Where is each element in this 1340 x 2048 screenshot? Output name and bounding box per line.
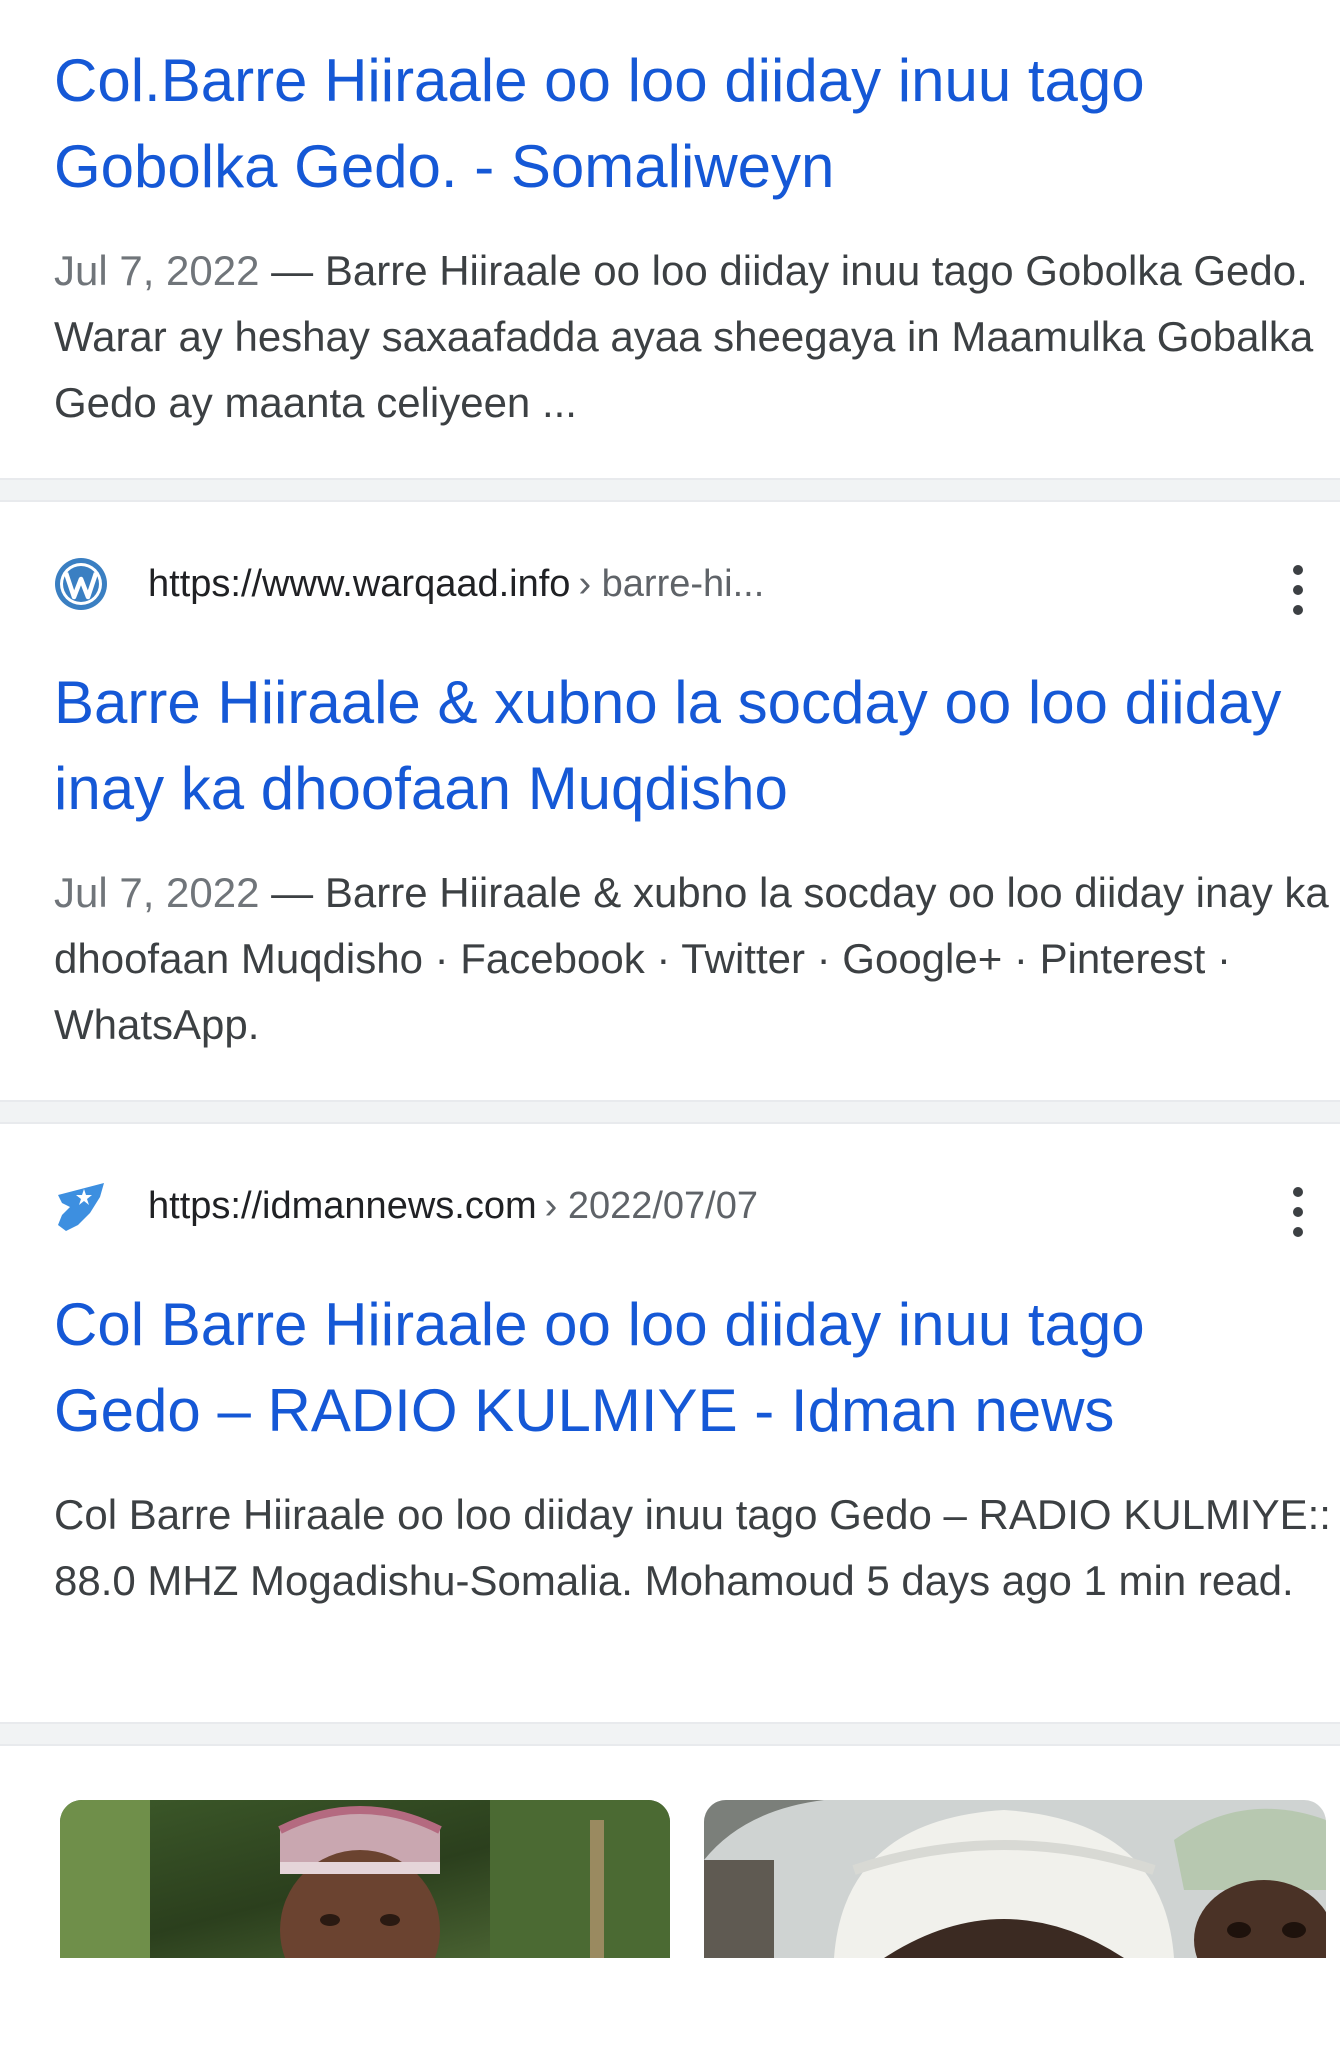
result-divider (0, 1100, 1340, 1124)
more-dot-icon (1293, 565, 1303, 575)
more-options-button-2[interactable] (1268, 550, 1328, 630)
result-path-2: › barre-hi... (578, 562, 765, 605)
more-dot-icon (1293, 605, 1303, 615)
result-source-3[interactable]: https://idmannews.com › 2022/07/07 (54, 1176, 758, 1236)
result-date-2: Jul 7, 2022 (54, 869, 260, 916)
result-path-3: › 2022/07/07 (544, 1184, 759, 1227)
wordpress-icon (54, 557, 108, 611)
result-card-3: https://idmannews.com › 2022/07/07 Col B… (0, 1124, 1340, 1722)
result-date-separator-2: — (259, 869, 325, 916)
result-thumbnail-2[interactable] (704, 1800, 1326, 1958)
result-card-2: https://www.warqaad.info › barre-hi... B… (0, 502, 1340, 1100)
result-snippet-1: Jul 7, 2022 — Barre Hiiraale oo loo diid… (54, 238, 1334, 436)
result-divider (0, 1722, 1340, 1746)
result-title-3[interactable]: Col Barre Hiiraale oo loo diiday inuu ta… (54, 1282, 1294, 1454)
result-snippet-3: Col Barre Hiiraale oo loo diiday inuu ta… (54, 1491, 1331, 1604)
result-date-separator-1: — (259, 247, 325, 294)
more-options-button-3[interactable] (1268, 1172, 1328, 1252)
more-dot-icon (1293, 1187, 1303, 1197)
result-title-2[interactable]: Barre Hiiraale & xubno la socday oo loo … (54, 660, 1294, 832)
result-url-2: https://www.warqaad.info (148, 562, 571, 605)
more-dot-icon (1293, 1207, 1303, 1217)
somalia-map-icon (54, 1179, 108, 1233)
more-dot-icon (1293, 1227, 1303, 1237)
result-snippet-2: Jul 7, 2022 — Barre Hiiraale & xubno la … (54, 860, 1334, 1058)
result-card-1: Col.Barre Hiiraale oo loo diiday inuu ta… (0, 0, 1340, 478)
result-divider (0, 478, 1340, 502)
result-date-1: Jul 7, 2022 (54, 247, 260, 294)
result-thumbnail-1[interactable] (60, 1800, 670, 1958)
result-url-3: https://idmannews.com (148, 1184, 537, 1227)
result-source-2[interactable]: https://www.warqaad.info › barre-hi... (54, 554, 764, 614)
result-title-1[interactable]: Col.Barre Hiiraale oo loo diiday inuu ta… (54, 38, 1294, 210)
more-dot-icon (1293, 585, 1303, 595)
